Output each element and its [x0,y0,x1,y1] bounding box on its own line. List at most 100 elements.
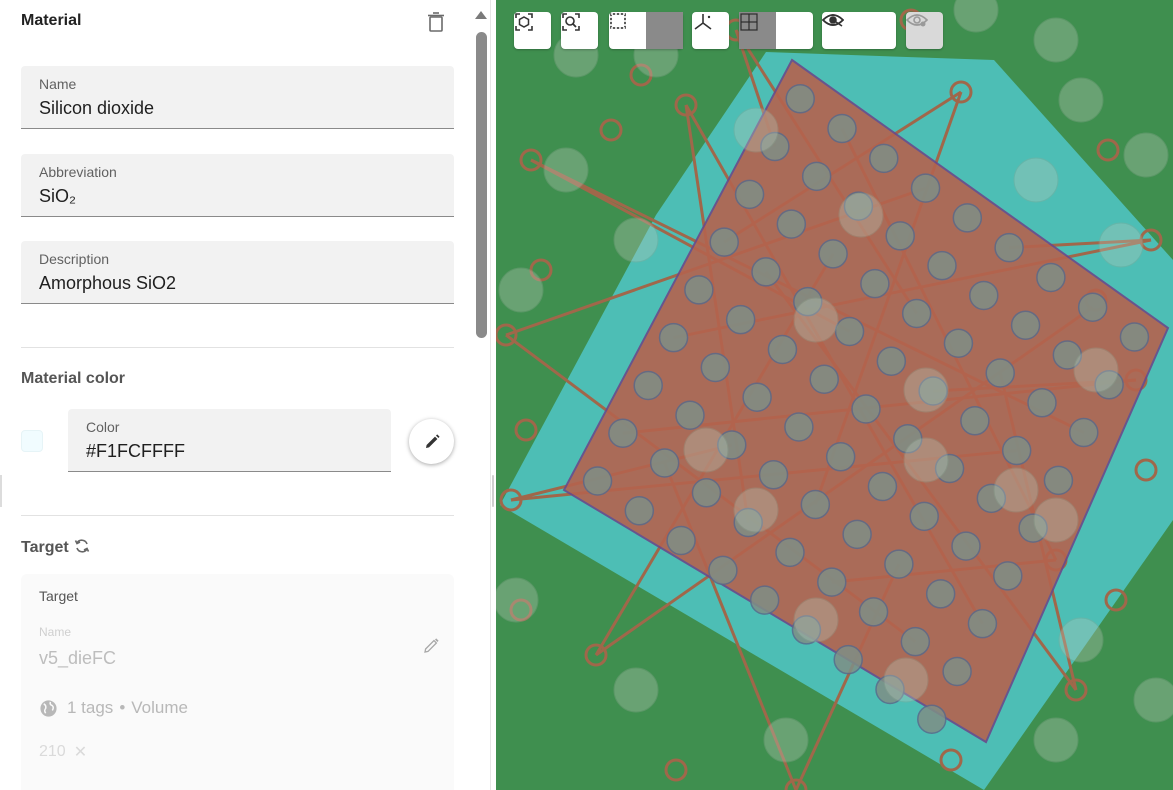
scrollbar-thumb[interactable] [476,32,487,338]
tags-row: 1 tags • Volume [39,698,188,718]
quad-view-icon [740,13,758,31]
solder-bump [767,334,798,365]
trash-icon[interactable] [427,12,445,32]
zoom-fit-group [561,12,598,49]
solder-ball [1058,77,1104,123]
lasso-select-button[interactable] [610,12,683,49]
solder-bump [582,466,613,496]
solder-ball [993,467,1039,513]
color-field[interactable]: Color #F1FCFFFF [68,409,391,472]
solder-bump [608,418,638,448]
solder-bump [725,304,756,335]
solder-bump [910,173,941,203]
solder-bump [969,280,999,311]
axes-icon [694,14,712,30]
description-field[interactable]: Description Amorphous SiO2 [21,241,454,304]
solder-bump [900,626,931,657]
zoom-fit-button[interactable] [561,12,598,49]
zoom-fit-icon [562,13,580,31]
solder-ball [1098,222,1144,268]
solder-ball [498,267,544,313]
solder-bump [1069,417,1099,448]
solder-bump [985,358,1015,388]
show-all-button[interactable] [906,12,943,49]
solder-bump [775,537,805,568]
name-field[interactable]: Name Silicon dioxide [21,66,454,129]
target-section-title: Target [21,538,90,557]
close-icon[interactable]: ✕ [74,742,87,762]
target-name-value: v5_dieFC [39,648,117,668]
axes-button[interactable] [692,12,729,49]
solder-ball [1058,617,1104,663]
solder-bump [1010,310,1041,340]
solder-ball [496,577,539,623]
abbreviation-value[interactable]: SiO₂ [39,186,76,207]
focus-group [514,12,551,49]
solder-ball [543,147,589,193]
solder-bump [993,561,1023,591]
solder-bump [1027,388,1057,418]
3d-viewport[interactable] [496,0,1173,790]
splitter-grip[interactable] [492,475,494,507]
name-label: Name [39,76,77,92]
solder-bump [776,209,807,239]
solder-bump [960,406,990,436]
tag-chip-label: 210 [39,743,66,760]
scroll-up-arrow[interactable] [475,11,487,19]
solder-bump [833,644,863,675]
globe-icon [40,699,57,717]
show-all-disabled-icon [906,14,928,27]
color-swatch[interactable] [21,430,43,452]
solder-bump [842,519,872,550]
divider [21,347,454,348]
focus-selection-icon [515,13,533,31]
solder-bump [785,84,815,114]
material-section-title: Material [21,12,82,29]
refresh-icon[interactable] [74,538,90,554]
color-value[interactable]: #F1FCFFFF [86,441,185,462]
solder-bump [809,364,839,394]
solder-ball [613,217,659,263]
solder-bump [917,704,947,734]
solder-bump [851,394,881,424]
solder-bump [675,400,705,430]
lasso-select-icon [610,13,626,29]
description-value[interactable]: Amorphous SiO2 [39,273,176,294]
pencil-icon[interactable] [422,637,440,655]
visibility-group [822,12,896,49]
solder-ball [613,667,659,713]
edit-color-button[interactable] [409,419,454,464]
solder-bump [827,113,857,144]
quad-view-button[interactable] [740,12,813,49]
focus-selection-button[interactable] [514,12,551,49]
material-properties-panel: Material Name Silicon dioxide Abbreviati… [0,0,474,790]
solder-ball [763,717,809,763]
solder-ball [1073,347,1119,393]
tag-chip[interactable]: 210 ✕ [39,742,87,762]
solder-bump [700,352,731,383]
solder-ball [793,597,839,643]
show-button[interactable] [822,12,896,49]
target-card-label: Target [39,588,78,604]
solder-bump [817,567,847,597]
target-card: Target Name v5_dieFC 1 tags • Volume 210… [21,574,454,790]
solder-bump [818,239,848,269]
abbreviation-field[interactable]: Abbreviation SiO₂ [21,154,454,217]
panel-grip [0,475,2,507]
scene-canvas[interactable] [496,0,1173,790]
solder-bump [708,555,738,586]
solder-bump [943,328,974,358]
axes-group [692,12,729,49]
solder-ball [1013,157,1059,203]
solder-bump [666,525,696,556]
material-color-title: Material color [21,370,126,387]
solder-bump [951,531,981,561]
solder-bump [691,478,722,508]
solder-bump [994,232,1024,263]
solder-bump [742,382,772,412]
solder-bump [869,143,899,174]
name-value[interactable]: Silicon dioxide [39,98,154,119]
solder-bump [834,316,865,347]
solder-bump [885,221,915,251]
solder-bump [901,298,932,329]
